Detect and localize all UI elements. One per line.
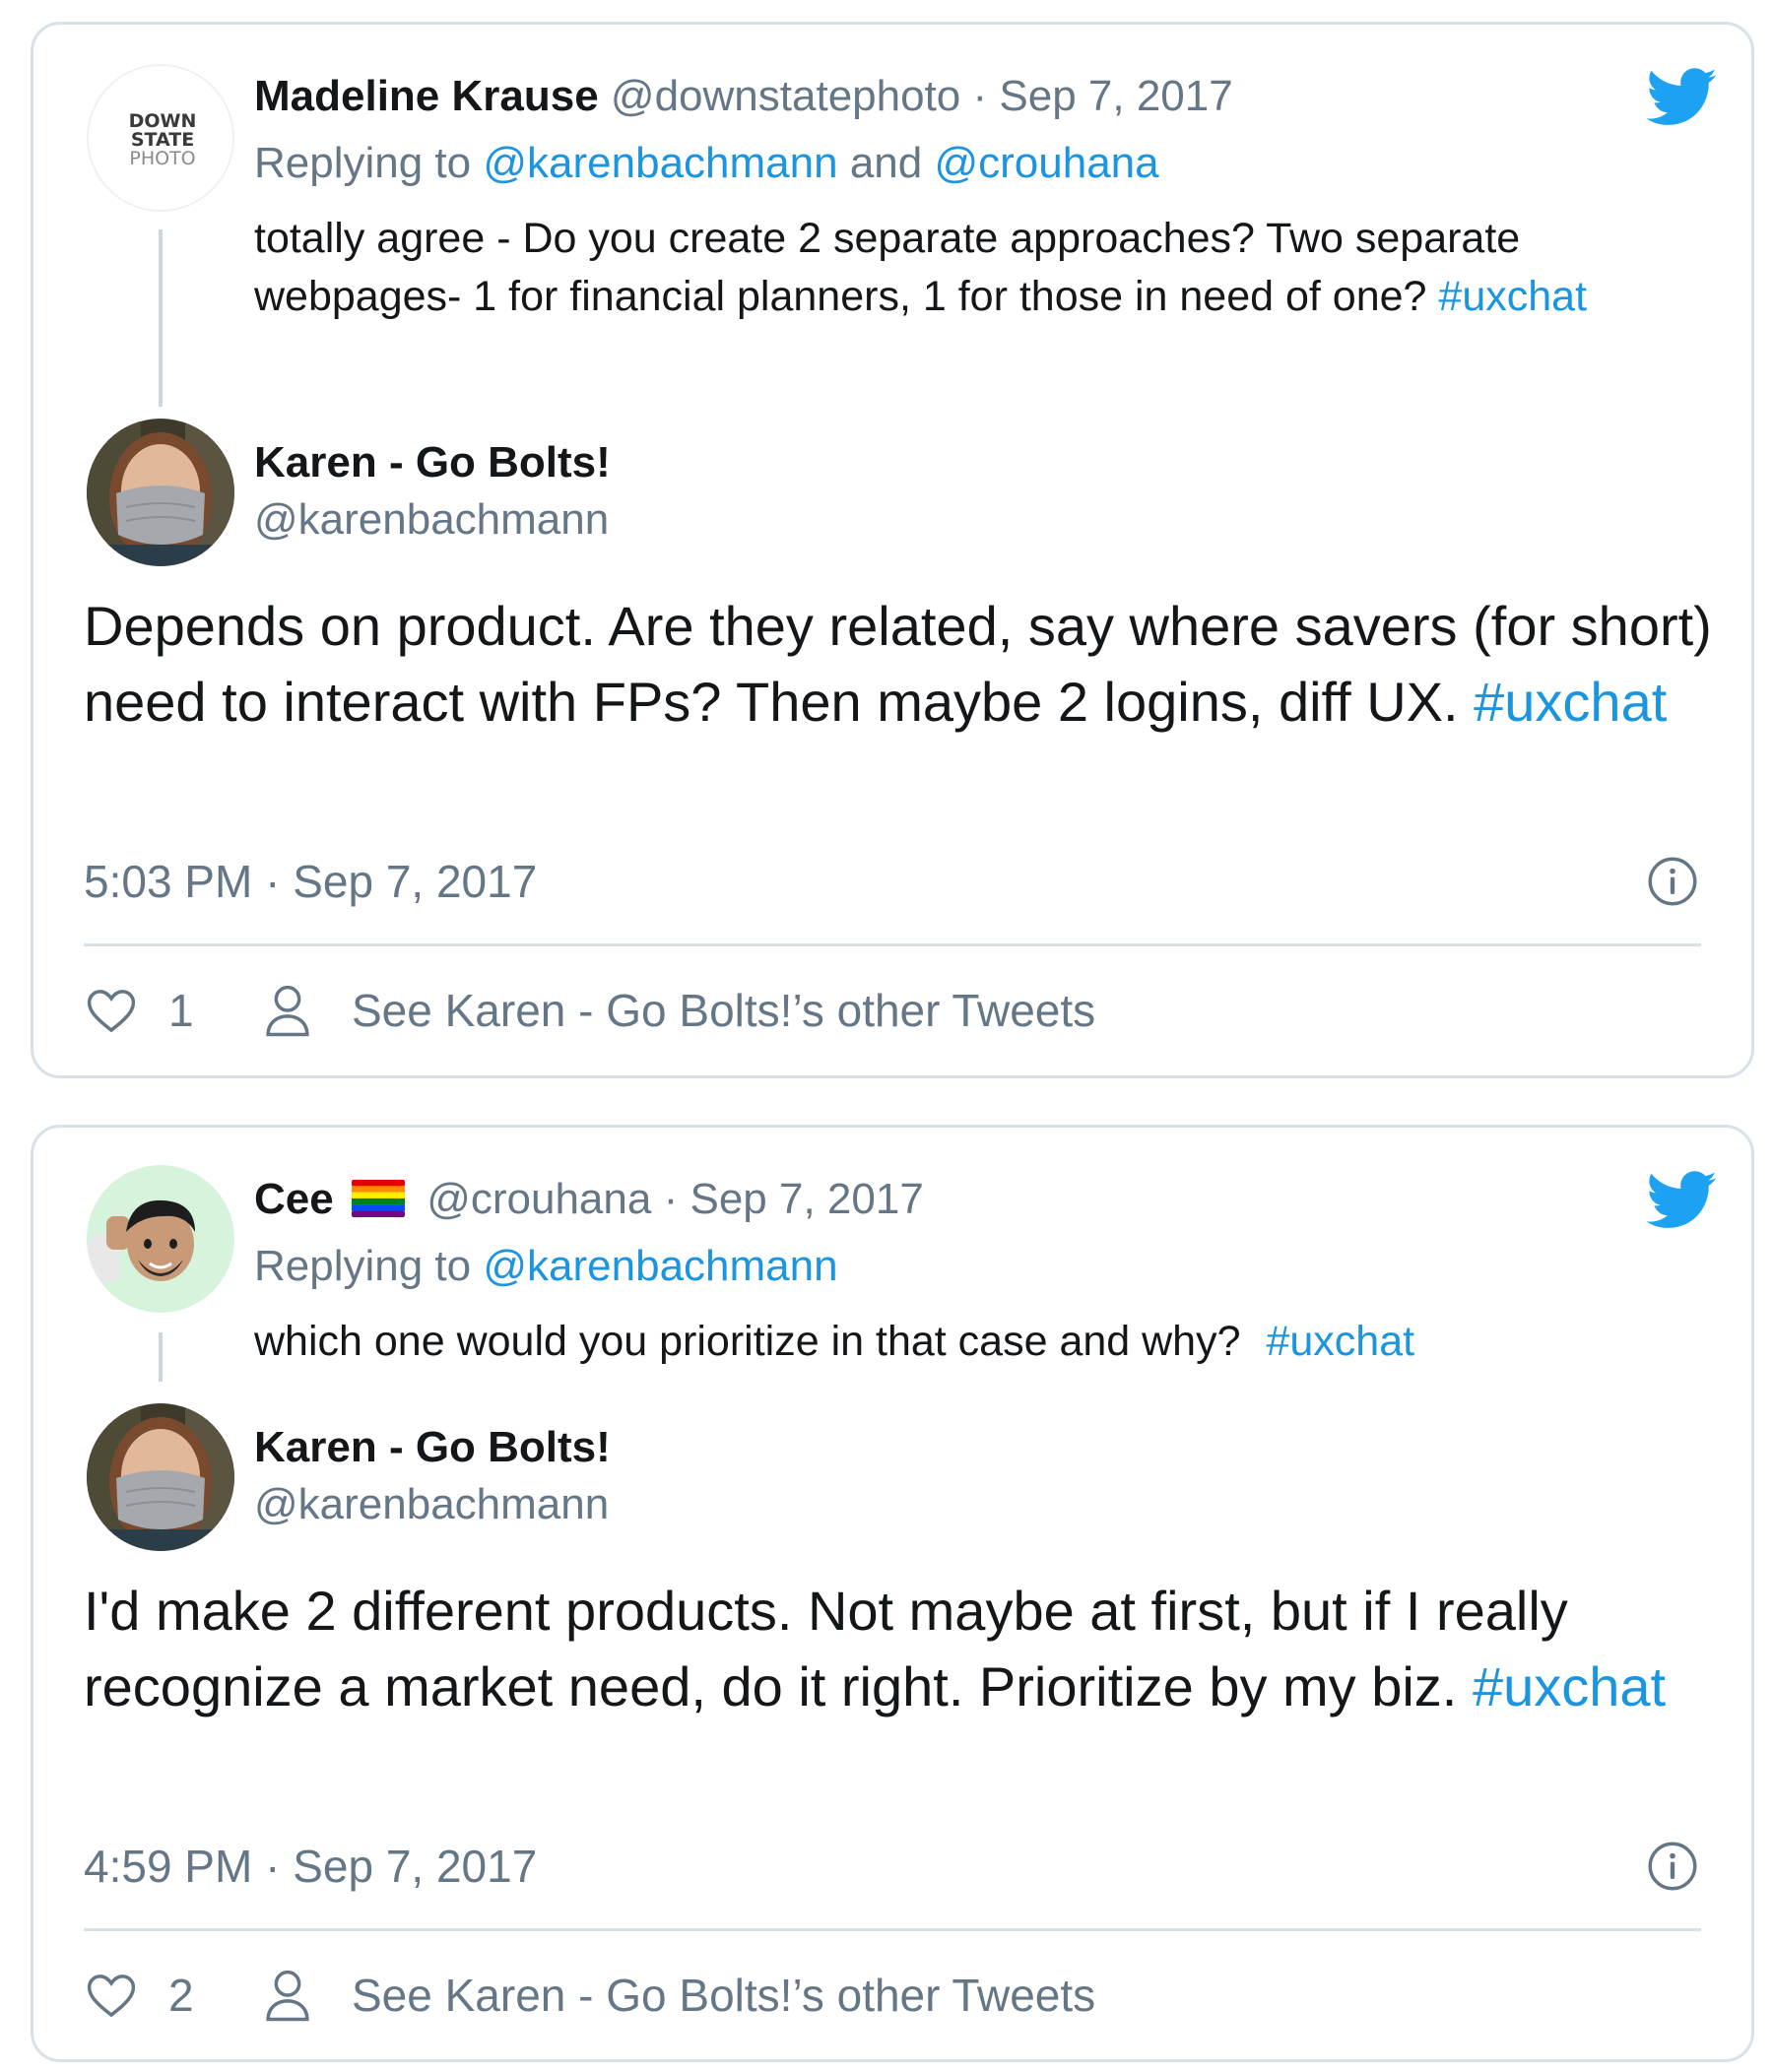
separator-dot: ·	[972, 72, 988, 120]
tweet-embed-card: Cee @crouhana · Sep 7, 2017 Replying to …	[31, 1125, 1754, 2062]
reply-mention-link[interactable]: @crouhana	[934, 139, 1158, 187]
avatar[interactable]	[87, 1403, 234, 1551]
person-icon	[266, 1970, 309, 2022]
parent-tweet-body: totally agree - Do you create 2 separate…	[254, 215, 1521, 320]
avatar[interactable]	[87, 1165, 234, 1313]
parent-tweet-text: which one would you prioritize in that c…	[254, 1313, 1702, 1371]
author-name[interactable]: Cee	[254, 1175, 334, 1223]
person-icon	[266, 985, 309, 1037]
logo-line-3: PHOTO	[129, 148, 195, 169]
karen-avatar-photo	[87, 419, 234, 566]
tweet-timestamp[interactable]: 4:59 PM · Sep 7, 2017	[84, 1839, 537, 1894]
parent-tweet-body: which one would you prioritize in that c…	[254, 1318, 1241, 1365]
tweet-author[interactable]: Karen - Go Bolts! @karenbachmann	[254, 1419, 611, 1533]
karen-avatar-photo	[87, 1403, 234, 1551]
replying-and: and	[849, 139, 923, 187]
tweet-text: I'd make 2 different products. Not maybe…	[84, 1573, 1739, 1724]
info-icon[interactable]	[1647, 1841, 1698, 1892]
author-handle[interactable]: @downstatephoto	[611, 72, 960, 120]
tweet-embed-card: DOWN STATE PHOTO Madeline Krause @downst…	[31, 22, 1754, 1078]
author-handle[interactable]: @karenbachmann	[254, 491, 611, 549]
twitter-bird-icon[interactable]	[1647, 1171, 1718, 1230]
tweet-text: Depends on product. Are they related, sa…	[84, 588, 1739, 740]
reply-mention-link[interactable]: @karenbachmann	[483, 1242, 837, 1290]
avatar[interactable]	[87, 419, 234, 566]
parent-tweet-header: Madeline Krause @downstatephoto · Sep 7,…	[254, 70, 1233, 123]
tweet-date[interactable]: Sep 7, 2017	[999, 72, 1232, 120]
author-name[interactable]: Karen - Go Bolts!	[254, 434, 611, 491]
author-handle[interactable]: @crouhana	[427, 1175, 651, 1223]
reply-mention-link[interactable]: @karenbachmann	[483, 139, 837, 187]
replying-to: Replying to @karenbachmann and @crouhana	[254, 137, 1159, 190]
see-other-tweets-label[interactable]: See Karen - Go Bolts!’s other Tweets	[352, 1969, 1095, 2022]
author-handle[interactable]: @karenbachmann	[254, 1476, 611, 1533]
tweet-body: I'd make 2 different products. Not maybe…	[84, 1580, 1568, 1717]
divider	[84, 1928, 1701, 1931]
see-other-tweets-label[interactable]: See Karen - Go Bolts!’s other Tweets	[352, 984, 1095, 1037]
tweet-author[interactable]: Karen - Go Bolts! @karenbachmann	[254, 434, 611, 549]
hashtag-link[interactable]: #uxchat	[1438, 273, 1587, 320]
author-name[interactable]: Madeline Krause	[254, 72, 599, 120]
see-other-tweets-link[interactable]: See Karen - Go Bolts!’s other Tweets	[263, 983, 1095, 1038]
parent-tweet-text: totally agree - Do you create 2 separate…	[254, 210, 1702, 326]
like-count[interactable]: 2	[168, 1969, 228, 2022]
tweet-timestamp[interactable]: 5:03 PM · Sep 7, 2017	[84, 854, 537, 909]
cee-avatar-illustration	[87, 1165, 234, 1313]
avatar[interactable]: DOWN STATE PHOTO	[87, 64, 234, 212]
parent-tweet-header: Cee @crouhana · Sep 7, 2017	[254, 1173, 924, 1226]
thread-connector	[159, 1332, 163, 1382]
author-name[interactable]: Karen - Go Bolts!	[254, 1419, 611, 1476]
heart-icon[interactable]	[84, 983, 139, 1038]
tweet-actions: 1 See Karen - Go Bolts!’s other Tweets	[84, 976, 1095, 1045]
tweet-body: Depends on product. Are they related, sa…	[84, 595, 1712, 733]
heart-icon[interactable]	[84, 1968, 139, 2023]
hashtag-link[interactable]: #uxchat	[1266, 1318, 1414, 1365]
replying-to: Replying to @karenbachmann	[254, 1240, 838, 1293]
twitter-bird-icon[interactable]	[1647, 68, 1718, 127]
tweet-date[interactable]: Sep 7, 2017	[690, 1175, 923, 1223]
divider	[84, 943, 1701, 946]
tweet-actions: 2 See Karen - Go Bolts!’s other Tweets	[84, 1961, 1095, 2030]
hashtag-link[interactable]: #uxchat	[1474, 671, 1667, 733]
replying-prefix: Replying to	[254, 1242, 472, 1290]
rainbow-flag-icon	[351, 1180, 405, 1217]
downstate-photo-logo: DOWN STATE PHOTO	[89, 66, 232, 210]
replying-prefix: Replying to	[254, 139, 472, 187]
see-other-tweets-link[interactable]: See Karen - Go Bolts!’s other Tweets	[263, 1968, 1095, 2023]
separator-dot: ·	[663, 1175, 679, 1223]
info-icon[interactable]	[1647, 856, 1698, 907]
hashtag-link[interactable]: #uxchat	[1473, 1655, 1666, 1717]
thread-connector	[159, 229, 163, 407]
like-count[interactable]: 1	[168, 984, 228, 1037]
